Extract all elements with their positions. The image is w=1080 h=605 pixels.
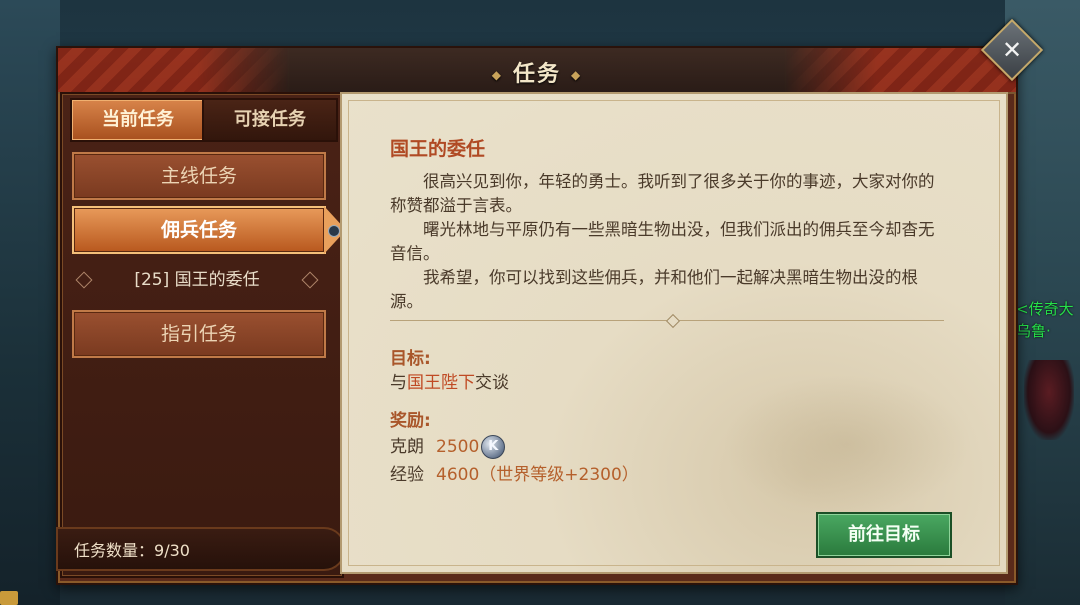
title-dot-icon: ◆ [571,68,583,82]
quest-list-item[interactable]: [25] 国王的委任 [72,260,322,300]
category-main-quests[interactable]: 主线任务 [72,152,326,200]
category-guide-quests[interactable]: 指引任务 [72,310,326,358]
quest-description: 很高兴见到你，年轻的勇士。我听到了很多关于你的事迹，大家对你的称赞都溢于言表。 … [390,170,950,314]
window-title: ◆ 任务 ◆ [491,62,583,87]
selected-pointer-icon [328,225,340,237]
tab-available-quests[interactable]: 可接任务 [202,98,338,142]
tab-bar: 当前任务 可接任务 [70,98,338,142]
title-bar: ◆ 任务 ◆ [58,48,1016,94]
goal-label: 目标: [390,349,431,369]
reward-exp: 经验 4600（世界等级+2300） [390,465,639,485]
background-scene-left [0,0,60,605]
description-paragraph: 曙光林地与平原仍有一些黑暗生物出没，但我们派出的佣兵至今却杳无音信。 [390,220,935,263]
quest-list-panel: 当前任务 可接任务 主线任务 佣兵任务 [25] 国王的委任 指引任务 [60,92,346,578]
quest-count: 任务数量：9/30 [56,527,346,571]
quest-name: 国王的委任 [174,270,260,290]
go-to-target-button[interactable]: 前往目标 [816,512,952,558]
chat-icon[interactable] [0,591,18,605]
close-icon: ✕ [1001,36,1023,64]
title-dot-icon: ◆ [491,68,503,82]
npc-figure[interactable] [1024,360,1074,440]
npc-name-label[interactable]: <传奇大 乌鲁· [1016,298,1080,342]
category-mercenary-quests[interactable]: 佣兵任务 [72,206,346,254]
quest-title: 国王的委任 [390,138,486,160]
quest-level: [25] [134,270,170,290]
reward-label: 奖励: [390,411,431,431]
quest-detail-panel: 国王的委任 很高兴见到你，年轻的勇士。我听到了很多关于你的事迹，大家对你的称赞都… [340,92,1008,574]
diamond-left-icon [75,271,93,289]
crown-coin-icon: K [481,435,506,459]
description-paragraph: 很高兴见到你，年轻的勇士。我听到了很多关于你的事迹，大家对你的称赞都溢于言表。 [390,172,935,215]
description-paragraph: 我希望，你可以找到这些佣兵，并和他们一起解决黑暗生物出没的根源。 [390,268,918,311]
tab-current-quests[interactable]: 当前任务 [70,98,206,142]
goal-target-link[interactable]: 国王陛下 [407,373,475,393]
book-watermark-icon [722,374,972,514]
goal-text: 与国王陛下交谈 [390,373,509,393]
diamond-right-icon [301,271,319,289]
reward-crown: 克朗 2500 K [390,432,506,459]
